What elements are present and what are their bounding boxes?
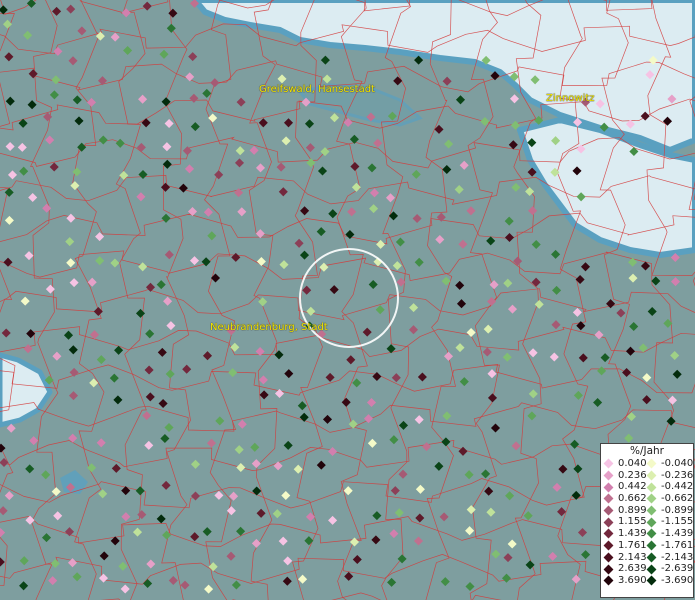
legend-value: 1.761 bbox=[618, 539, 647, 551]
legend-row: 0.662 bbox=[603, 493, 647, 505]
legend: %/Jahr 0.040 0.236 0.442 0.662 0.899 1.155 1.4… bbox=[600, 443, 694, 598]
legend-value: 0.662 bbox=[618, 493, 647, 505]
legend-value: -3.690 bbox=[661, 574, 694, 586]
legend-swatch bbox=[603, 470, 614, 481]
legend-row: 1.761 bbox=[603, 539, 647, 552]
legend-swatch bbox=[646, 575, 657, 586]
legend-swatch bbox=[646, 470, 657, 481]
legend-swatch bbox=[646, 505, 657, 516]
legend-row: 1.439 bbox=[603, 528, 647, 540]
legend-value: -1.439 bbox=[661, 528, 694, 540]
legend-swatch bbox=[646, 552, 657, 563]
legend-value: -0.662 bbox=[661, 493, 694, 505]
legend-swatch bbox=[603, 505, 614, 516]
legend-row: -1.761 bbox=[646, 539, 694, 552]
legend-value: 3.690 bbox=[618, 574, 647, 586]
legend-title: %/Jahr bbox=[629, 445, 665, 457]
legend-positive-column: 0.040 0.236 0.442 0.662 0.899 1.155 1.439 1.761… bbox=[603, 458, 647, 587]
legend-swatch bbox=[603, 575, 614, 586]
legend-row: 0.236 bbox=[603, 469, 647, 482]
legend-value: -0.442 bbox=[661, 481, 694, 493]
legend-row: 0.899 bbox=[603, 504, 647, 517]
legend-value: 0.899 bbox=[618, 504, 647, 516]
legend-row: 1.155 bbox=[603, 516, 647, 528]
legend-row: -0.662 bbox=[646, 493, 694, 505]
legend-swatch bbox=[603, 529, 614, 539]
legend-row: 2.143 bbox=[603, 551, 647, 564]
legend-row: 0.442 bbox=[603, 481, 647, 493]
legend-row: -0.899 bbox=[646, 504, 694, 517]
legend-row: -2.143 bbox=[646, 551, 694, 564]
legend-row: 0.040 bbox=[603, 458, 647, 470]
legend-swatch bbox=[603, 552, 614, 563]
legend-value: 1.155 bbox=[618, 516, 647, 528]
legend-value: 2.639 bbox=[618, 563, 647, 575]
legend-swatch bbox=[646, 493, 657, 504]
legend-row: -2.639 bbox=[646, 563, 694, 575]
legend-swatch bbox=[646, 564, 657, 574]
legend-value: 0.236 bbox=[618, 469, 647, 481]
legend-row: -0.040 bbox=[646, 458, 694, 470]
legend-value: -2.639 bbox=[661, 563, 694, 575]
legend-value: -2.143 bbox=[661, 551, 694, 563]
legend-swatch bbox=[646, 529, 657, 539]
map-view[interactable]: Greifswald, Hansestadt Zinnowitz Neubran… bbox=[0, 0, 695, 600]
legend-swatch bbox=[646, 458, 657, 469]
legend-row: -0.236 bbox=[646, 469, 694, 482]
legend-swatch bbox=[646, 540, 657, 551]
legend-row: 3.690 bbox=[603, 574, 647, 587]
place-label-greifswald: Greifswald, Hansestadt bbox=[259, 84, 375, 95]
legend-row: -3.690 bbox=[646, 574, 694, 587]
legend-swatch bbox=[603, 482, 614, 493]
place-label-zinnowitz: Zinnowitz bbox=[546, 93, 595, 104]
legend-swatch bbox=[603, 540, 614, 551]
legend-row: -0.442 bbox=[646, 481, 694, 493]
legend-value: -0.899 bbox=[661, 504, 694, 516]
legend-value: -1.155 bbox=[661, 516, 694, 528]
legend-value: 0.442 bbox=[618, 481, 647, 493]
legend-swatch bbox=[603, 517, 614, 528]
legend-row: -1.155 bbox=[646, 516, 694, 528]
legend-value: -0.040 bbox=[661, 458, 694, 469]
place-label-neubrandenburg: Neubrandenburg, Stadt bbox=[210, 322, 328, 333]
legend-swatch bbox=[603, 564, 614, 574]
legend-swatch bbox=[646, 517, 657, 528]
legend-swatch bbox=[603, 493, 614, 504]
legend-row: -1.439 bbox=[646, 528, 694, 540]
legend-value: -1.761 bbox=[661, 539, 694, 551]
legend-value: 2.143 bbox=[618, 551, 647, 563]
legend-swatch bbox=[646, 482, 657, 493]
legend-negative-column: -0.040 -0.236 -0.442 -0.662 -0.899 -1.155 -1.4… bbox=[646, 458, 694, 587]
legend-row: 2.639 bbox=[603, 563, 647, 575]
legend-swatch bbox=[603, 458, 614, 469]
legend-value: 1.439 bbox=[618, 528, 647, 540]
legend-value: -0.236 bbox=[661, 469, 694, 481]
legend-value: 0.040 bbox=[618, 458, 647, 469]
